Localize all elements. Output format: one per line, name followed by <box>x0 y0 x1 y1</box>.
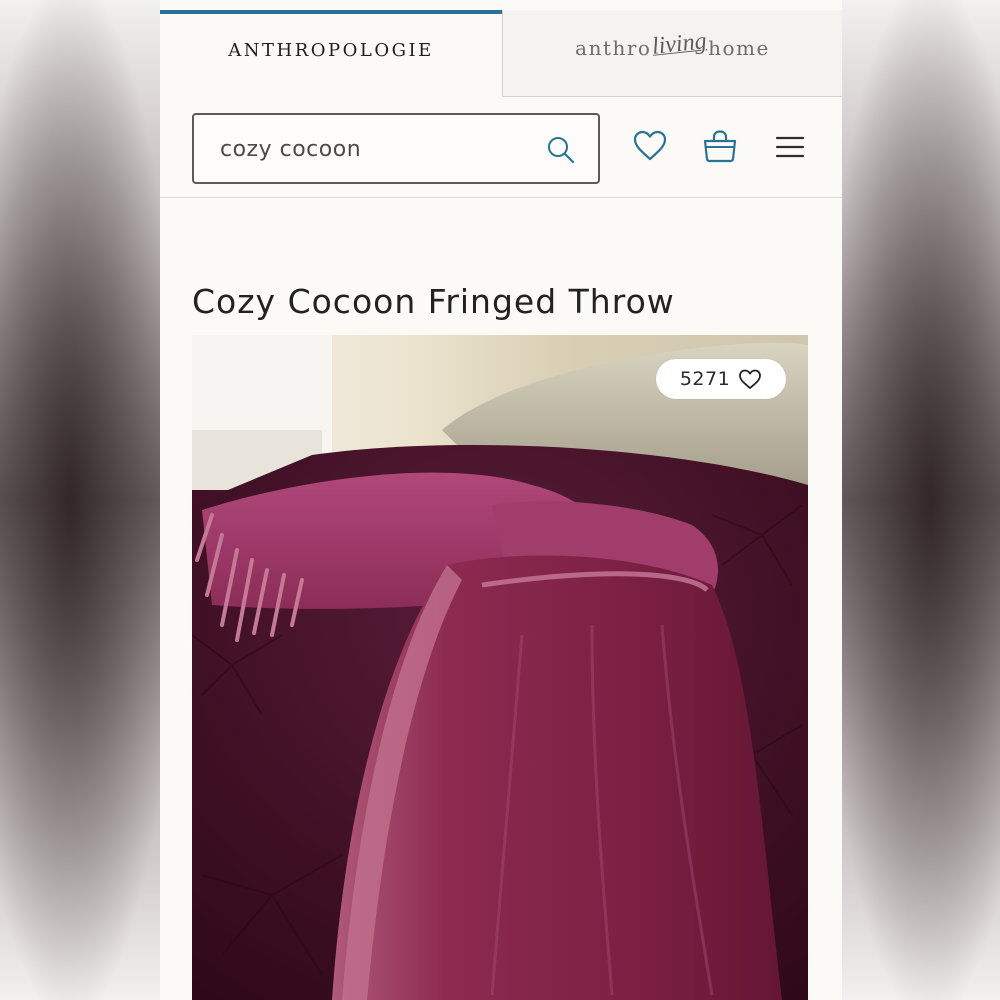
mobile-screen: ANTHROPOLOGIE anthro living home Cozy Co… <box>160 0 842 1000</box>
like-count: 5271 <box>679 368 731 390</box>
shopping-bag-icon[interactable] <box>702 128 738 164</box>
tab-anthro-living-home[interactable]: anthro living home <box>502 10 842 97</box>
header-divider <box>160 197 842 198</box>
brand-tabs: ANTHROPOLOGIE anthro living home <box>160 0 842 97</box>
logo-suffix: home <box>708 36 770 60</box>
logo-script: living <box>651 27 709 60</box>
tab-anthropologie[interactable]: ANTHROPOLOGIE <box>160 10 502 96</box>
like-button[interactable]: 5271 <box>656 359 786 399</box>
product-image[interactable] <box>192 335 808 1000</box>
search-input[interactable] <box>218 115 542 184</box>
hamburger-menu-icon[interactable] <box>772 130 808 166</box>
search-icon[interactable] <box>546 135 576 165</box>
throw-blanket-photo <box>192 335 808 1000</box>
logo-prefix: anthro <box>575 36 652 60</box>
anthro-living-home-logo: anthro living home <box>575 28 770 62</box>
tab-anthropologie-label: ANTHROPOLOGIE <box>228 39 434 61</box>
heart-icon <box>739 369 762 389</box>
heart-icon[interactable] <box>632 128 668 164</box>
search-box[interactable] <box>192 113 600 184</box>
product-title: Cozy Cocoon Fringed Throw <box>192 282 675 321</box>
